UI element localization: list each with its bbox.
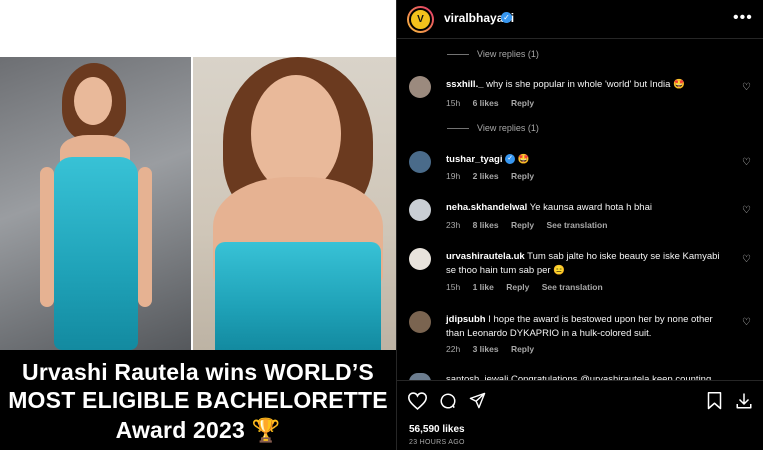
more-options-icon[interactable]: ••• bbox=[733, 9, 753, 27]
comments-panel: V viralbhayani ✓ ••• View replies (1) ss… bbox=[396, 0, 763, 450]
photo-full-length bbox=[0, 57, 191, 350]
comment-text: Ye kaunsa award hota h bhai bbox=[529, 202, 652, 213]
comment-text: I hope the award is bestowed upon her by… bbox=[446, 314, 713, 339]
share-icon[interactable] bbox=[469, 392, 486, 409]
comment-likes[interactable]: 1 like bbox=[473, 282, 494, 292]
reply-button[interactable]: Reply bbox=[511, 344, 534, 354]
heart-icon[interactable]: ♡ bbox=[742, 157, 751, 168]
comment-item: ssxhill._ why is she popular in whole 'w… bbox=[397, 76, 763, 116]
download-icon[interactable] bbox=[735, 392, 753, 410]
comment-username[interactable]: urvashirautela.uk bbox=[446, 251, 525, 262]
comment-item: jdipsubh I hope the award is bestowed up… bbox=[397, 311, 763, 361]
heart-icon[interactable]: ♡ bbox=[742, 82, 751, 93]
comment-item: neha.skhandelwal Ye kaunsa award hota h … bbox=[397, 199, 763, 239]
comment-item: tushar_tyagi ✓ 🤩 19h 2 likes Reply ♡ bbox=[397, 151, 763, 191]
comment-username[interactable]: ssxhill._ bbox=[446, 79, 484, 90]
caption-line-2: MOST ELIGIBLE BACHELORETTE bbox=[8, 387, 388, 413]
reply-button[interactable]: Reply bbox=[511, 220, 534, 230]
comment-icon[interactable] bbox=[439, 392, 457, 410]
comment-likes[interactable]: 3 likes bbox=[473, 344, 499, 354]
comment-likes[interactable]: 2 likes bbox=[473, 171, 499, 181]
photo-closeup: › bbox=[193, 57, 396, 350]
likes-count[interactable]: 56,590 likes bbox=[409, 424, 465, 435]
caption-line-1: Urvashi Rautela wins WORLD’S bbox=[22, 359, 374, 385]
comment-time: 15h bbox=[446, 98, 461, 108]
action-bar: 56,590 likes 23 HOURS AGO bbox=[397, 380, 763, 450]
view-replies-link[interactable]: View replies (1) bbox=[447, 123, 539, 133]
heart-icon[interactable]: ♡ bbox=[742, 317, 751, 328]
comment-item: urvashirautela.uk Tum sab jalte ho iske … bbox=[397, 248, 763, 298]
post-media: › Urvashi Rautela wins WORLD’S MOST ELIG… bbox=[0, 0, 396, 450]
avatar[interactable] bbox=[409, 311, 431, 333]
see-translation-link[interactable]: See translation bbox=[542, 282, 603, 292]
heart-icon[interactable]: ♡ bbox=[742, 205, 751, 216]
verified-badge-icon: ✓ bbox=[505, 154, 516, 165]
comment-likes[interactable]: 8 likes bbox=[473, 220, 499, 230]
comment-time: 19h bbox=[446, 171, 461, 181]
comment-likes[interactable]: 6 likes bbox=[473, 98, 499, 108]
comment-username[interactable]: jdipsubh bbox=[446, 314, 486, 325]
comment-text: 🤩 bbox=[517, 154, 530, 165]
comment-username[interactable]: neha.skhandelwal bbox=[446, 202, 527, 213]
avatar[interactable]: V bbox=[407, 6, 434, 33]
heart-icon[interactable]: ♡ bbox=[742, 254, 751, 265]
see-translation-link[interactable]: See translation bbox=[546, 220, 607, 230]
reply-button[interactable]: Reply bbox=[506, 282, 529, 292]
heart-icon[interactable] bbox=[408, 392, 427, 410]
avatar[interactable] bbox=[409, 76, 431, 98]
post-header: V viralbhayani ✓ ••• bbox=[397, 0, 763, 39]
media-caption-overlay: Urvashi Rautela wins WORLD’S MOST ELIGIB… bbox=[0, 350, 396, 450]
avatar[interactable] bbox=[409, 151, 431, 173]
comment-username[interactable]: tushar_tyagi bbox=[446, 154, 503, 165]
post-timestamp: 23 HOURS AGO bbox=[409, 439, 465, 446]
view-replies-link[interactable]: View replies (1) bbox=[447, 49, 539, 59]
verified-badge-icon: ✓ bbox=[501, 12, 512, 23]
avatar[interactable] bbox=[409, 199, 431, 221]
reply-button[interactable]: Reply bbox=[511, 171, 534, 181]
comment-time: 23h bbox=[446, 220, 461, 230]
avatar[interactable] bbox=[409, 248, 431, 270]
caption-line-3: Award 2023 🏆 bbox=[115, 417, 281, 443]
comment-text: why is she popular in whole 'world' but … bbox=[486, 79, 685, 90]
reply-button[interactable]: Reply bbox=[511, 98, 534, 108]
media-top-whitespace bbox=[0, 0, 396, 57]
comment-time: 22h bbox=[446, 344, 461, 354]
comment-time: 15h bbox=[446, 282, 461, 292]
bookmark-icon[interactable] bbox=[707, 392, 722, 410]
